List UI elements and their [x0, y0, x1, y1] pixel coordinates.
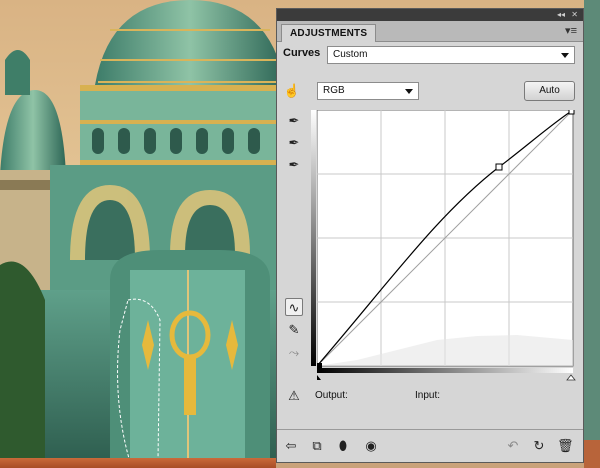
input-gradient-bar: [317, 368, 573, 373]
double-arrow-icon[interactable]: ◂◂: [557, 10, 565, 20]
reset-icon[interactable]: ↻: [531, 438, 547, 454]
curve-control-point[interactable]: [495, 163, 503, 171]
black-point-slider[interactable]: [317, 375, 321, 380]
previous-state-icon[interactable]: ↶: [505, 438, 521, 454]
white-eyedropper-icon[interactable]: ✒: [285, 156, 303, 174]
channel-value: RGB: [323, 85, 345, 96]
smooth-icon[interactable]: ⤳: [285, 344, 303, 362]
white-point-slider[interactable]: [566, 374, 576, 381]
delete-icon[interactable]: 🗑: [557, 438, 574, 454]
on-image-adjust-icon[interactable]: ☝: [283, 82, 301, 100]
channel-dropdown[interactable]: RGB: [317, 82, 419, 100]
auto-button[interactable]: Auto: [524, 81, 575, 101]
panel-tab-row: ADJUSTMENTS ▾≡: [277, 21, 583, 42]
panel-menu-icon[interactable]: ▾≡: [565, 25, 577, 37]
chevron-down-icon: [561, 53, 569, 58]
panel-bottom-bar: ⇦ ⧉ ⬮ ◉ ↶ ↻ 🗑: [277, 429, 583, 463]
clipping-warning-icon[interactable]: ⚠: [285, 387, 303, 405]
curve-endpoint-white[interactable]: [568, 110, 575, 115]
black-eyedropper-icon[interactable]: ✒: [285, 112, 303, 130]
curve-endpoint-black[interactable]: [317, 363, 322, 368]
output-label: Output:: [315, 390, 348, 401]
output-gradient-bar: [311, 110, 316, 366]
preset-value: Custom: [333, 49, 368, 60]
adjustments-panel: ◂◂ ✕ ADJUSTMENTS ▾≡ Curves Custom ☝ RGB …: [276, 8, 584, 463]
visibility-eye-icon[interactable]: ◉: [363, 438, 379, 454]
back-arrow-icon[interactable]: ⇦: [283, 438, 299, 454]
pencil-icon[interactable]: ✎: [285, 321, 303, 339]
curve-points-icon[interactable]: ∿: [285, 298, 303, 316]
tab-adjustments[interactable]: ADJUSTMENTS: [281, 24, 377, 42]
curves-graph[interactable]: [317, 110, 577, 382]
clip-layer-icon[interactable]: ⬮: [335, 438, 351, 454]
gray-eyedropper-icon[interactable]: ✒: [285, 134, 303, 152]
input-label: Input:: [415, 390, 441, 401]
close-icon[interactable]: ✕: [571, 10, 578, 20]
expand-view-icon[interactable]: ⧉: [309, 438, 325, 454]
panel-title-bar[interactable]: ◂◂ ✕: [277, 9, 583, 21]
curves-label: Curves: [283, 47, 321, 59]
chevron-down-icon: [405, 89, 413, 94]
preset-dropdown[interactable]: Custom: [327, 46, 575, 64]
